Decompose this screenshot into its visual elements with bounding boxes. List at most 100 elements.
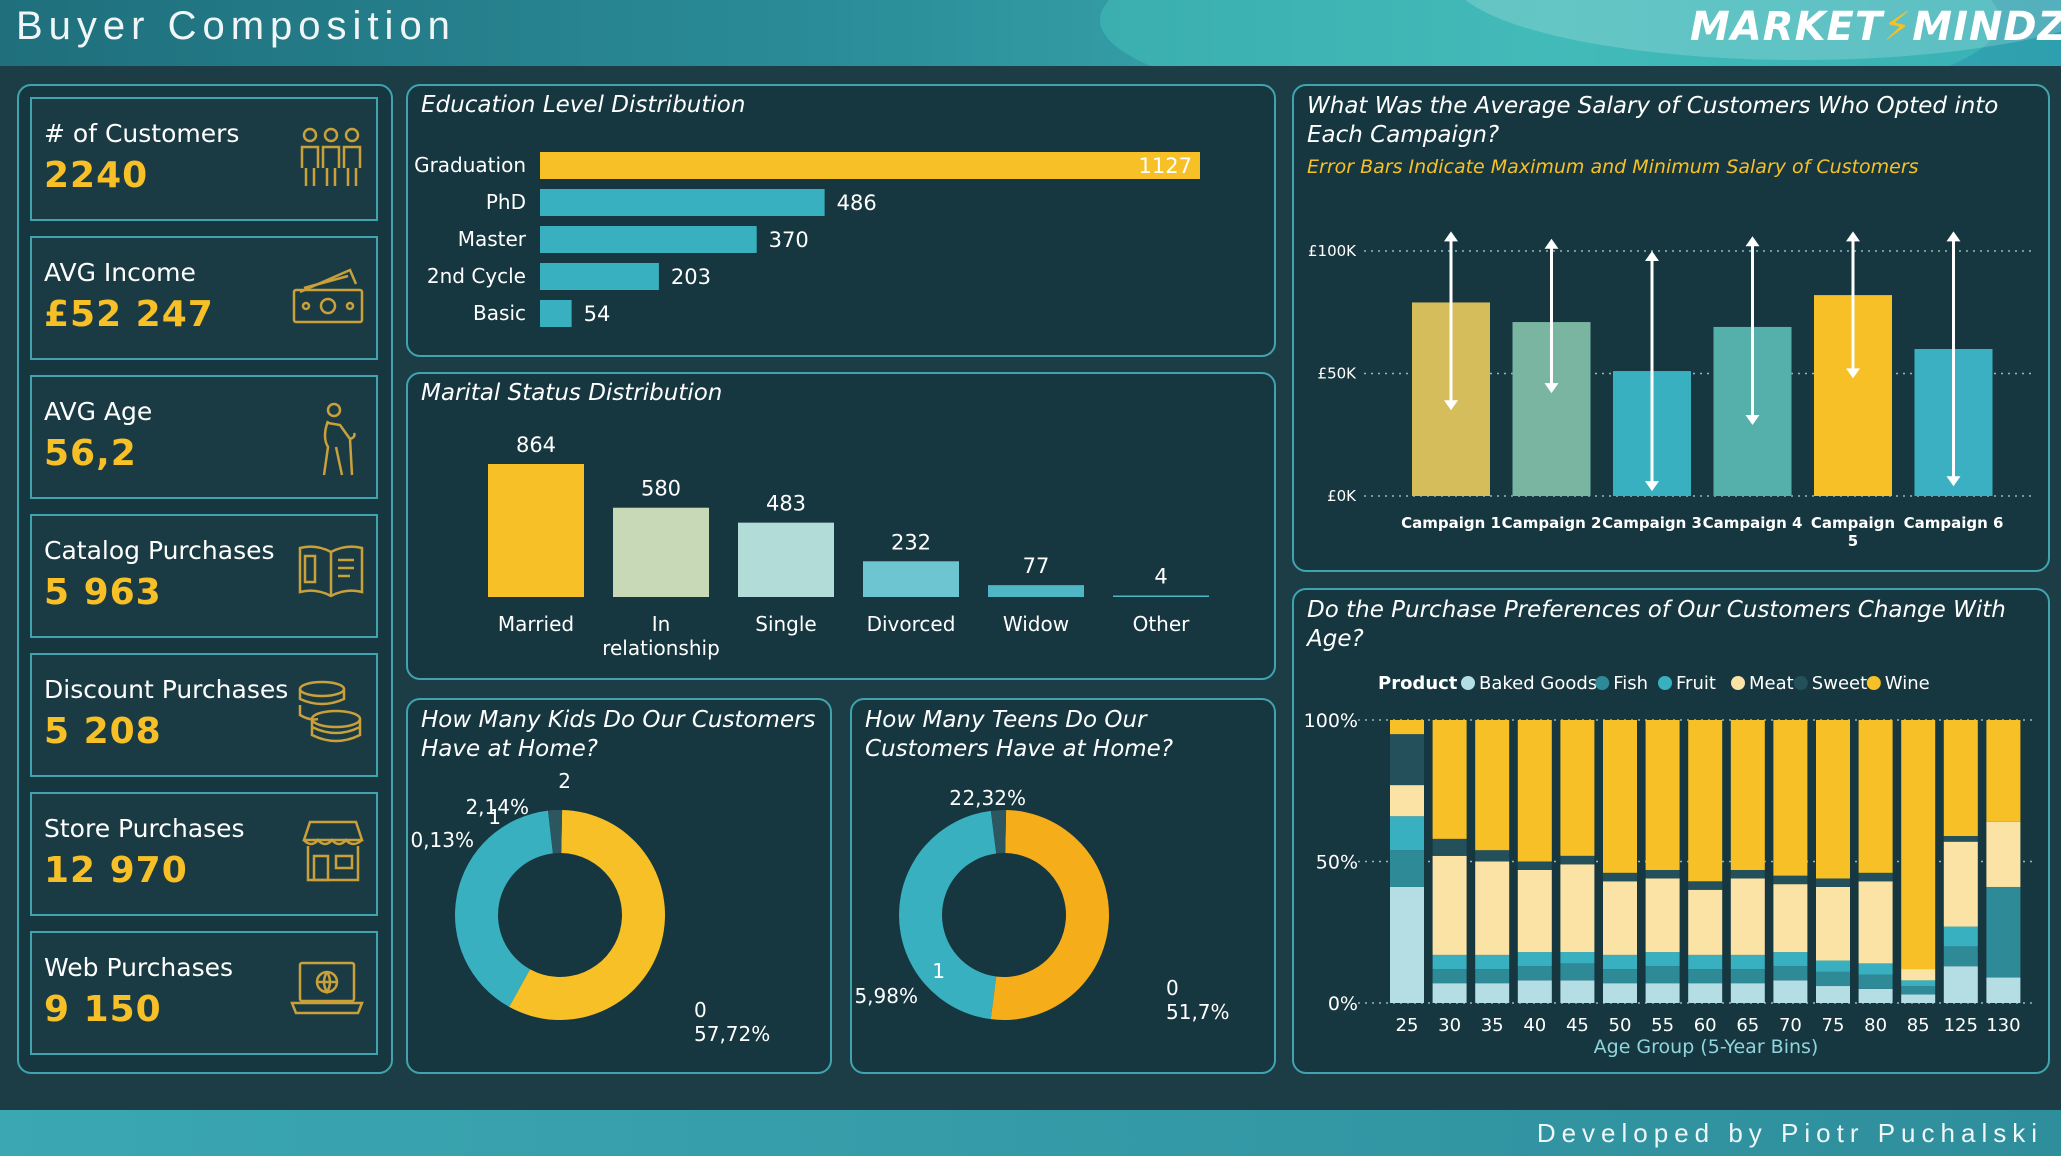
marital-title: Marital Status Distribution (421, 380, 723, 406)
education-value-label: 370 (769, 228, 809, 252)
marital-category-label: Married (498, 612, 574, 636)
people-icon (300, 127, 362, 186)
marital-bar (1113, 595, 1209, 597)
age-legend-swatch (1866, 676, 1881, 690)
kpi-value: 5 963 (44, 572, 162, 613)
age-bar-segment (1560, 855, 1595, 865)
age-bar-segment (1858, 872, 1893, 882)
education-category-label: Basic (473, 301, 526, 325)
age-bar-segment (1688, 881, 1723, 890)
age-xtick-label: 70 (1779, 1015, 1802, 1036)
age-bar-segment (1432, 954, 1467, 970)
kpi-label: Web Purchases (44, 953, 234, 982)
age-xtick-label: 85 (1907, 1015, 1930, 1036)
donut-value-label: 40,13% (410, 828, 474, 852)
age-bar-segment (1390, 720, 1424, 735)
age-legend-label: Baked Goods (1479, 673, 1597, 694)
age-bar-segment (1560, 864, 1595, 953)
donut-value-label: 2,32% (962, 786, 1026, 810)
age-bar-segment (1773, 884, 1808, 953)
marital-chart: 864 Married 580 Inrelationship 483 Single 232 D… (488, 433, 1209, 660)
salary-category-label: Campaign 1 (1401, 514, 1501, 532)
salary-category-label: Campaign 2 (1502, 514, 1602, 532)
footer-bar: Developed by Piotr Puchalski (0, 1110, 2061, 1156)
salary-category-label: Campaign 4 (1703, 514, 1803, 532)
age-bar-segment (1517, 952, 1552, 967)
age-bar-segment (1517, 980, 1552, 1003)
salary-category-label: Campaign 6 (1904, 514, 2004, 532)
education-bar (540, 226, 757, 253)
age-legend-label: Wine (1885, 673, 1930, 694)
kpi-catalog: Catalog Purchases 5 963 (30, 514, 378, 638)
marital-value-label: 232 (891, 530, 931, 554)
age-bar-segment (1943, 946, 1978, 967)
age-bar-segment (1517, 966, 1552, 981)
age-xtick-label: 80 (1864, 1015, 1887, 1036)
age-bar-segment (1986, 977, 2021, 1003)
age-bar-segment (1986, 821, 2021, 887)
education-value-label: 54 (584, 302, 611, 326)
age-legend-label: Meat (1749, 673, 1794, 694)
age-bar-segment (1475, 969, 1510, 984)
marital-category-label: In (652, 612, 671, 636)
education-title: Education Level Distribution (421, 92, 746, 118)
education-bar (540, 152, 1200, 179)
age-bar-segment (1986, 886, 2021, 978)
salary-title: What Was the Average Salary of Customers… (1307, 93, 1999, 148)
age-bar-segment (1517, 720, 1552, 862)
age-legend-swatch (1658, 676, 1672, 690)
kpi-value: 12 970 (44, 850, 188, 891)
education-category-label: PhD (486, 190, 526, 214)
age-bar-segment (1986, 720, 2021, 822)
age-title: Do the Purchase Preferences of Our Custo… (1307, 597, 2006, 652)
donut-category-label: 0 (1166, 976, 1179, 1000)
age-xtick-label: 40 (1523, 1015, 1546, 1036)
age-bar-segment (1517, 861, 1552, 870)
age-bar-segment (1773, 980, 1808, 1003)
age-bar-segment (1943, 926, 1978, 947)
salary-category-label: Campaign 3 (1602, 514, 1702, 532)
age-xtick-label: 130 (1986, 1015, 2020, 1036)
marital-category-label: Other (1133, 612, 1191, 636)
donut-slice (990, 810, 1109, 1020)
age-bar-segment (1390, 734, 1424, 786)
age-bar-segment (1858, 974, 1893, 989)
age-bar-segment (1730, 954, 1765, 970)
age-legend-swatch (1731, 676, 1745, 690)
age-bar-segment (1730, 878, 1765, 955)
salary-error-cap-top (1745, 236, 1760, 247)
age-bar-segment (1816, 960, 1850, 972)
age-bar-segment (1603, 954, 1637, 970)
age-xtick-label: 25 (1396, 1015, 1419, 1036)
age-bar-segment (1901, 969, 1936, 981)
age-bar-segment (1645, 869, 1680, 879)
donut-category-label: 1 (932, 959, 945, 983)
marital-bar (613, 507, 709, 597)
page-title: Buyer Composition (16, 4, 456, 48)
donut-value-label: 45,98% (854, 984, 918, 1008)
age-bar-segment (1475, 861, 1510, 955)
education-category-label: Master (458, 227, 527, 251)
donut-value-label: 2,14% (465, 795, 529, 819)
education-chart: Graduation 1127 PhD 486 Master 370 2nd Cycle 20… (414, 152, 1200, 327)
age-ytick-label: 0% (1328, 993, 1358, 1015)
header-bar: Buyer Composition MARKET⚡MINDZ (0, 0, 2061, 66)
kpi-label: AVG Age (44, 397, 153, 426)
age-xtick-label: 45 (1566, 1015, 1589, 1036)
salary-chart: £0K£50K£100KCampaign 1 Campaign 2 Campaign… (1308, 231, 2036, 550)
age-xaxis-label: Age Group (5-Year Bins) (1594, 1036, 1819, 1058)
age-bar-segment (1688, 983, 1723, 1003)
age-xtick-label: 75 (1822, 1015, 1845, 1036)
age-bar-segment (1943, 836, 1978, 842)
kpi-value: 5 208 (44, 711, 162, 752)
logo-left: MARKET (1690, 4, 1884, 50)
age-ytick-label: 50% (1316, 852, 1358, 874)
age-xtick-label: 30 (1438, 1015, 1461, 1036)
age-bar-segment (1645, 952, 1680, 967)
age-bar-segment (1901, 986, 1936, 995)
age-ytick-label: 100% (1304, 710, 1358, 732)
education-value-label: 486 (837, 191, 877, 215)
kpi-value: 9 150 (44, 989, 162, 1030)
age-bar-segment (1517, 869, 1552, 953)
salary-ytick-label: £0K (1327, 487, 1357, 505)
